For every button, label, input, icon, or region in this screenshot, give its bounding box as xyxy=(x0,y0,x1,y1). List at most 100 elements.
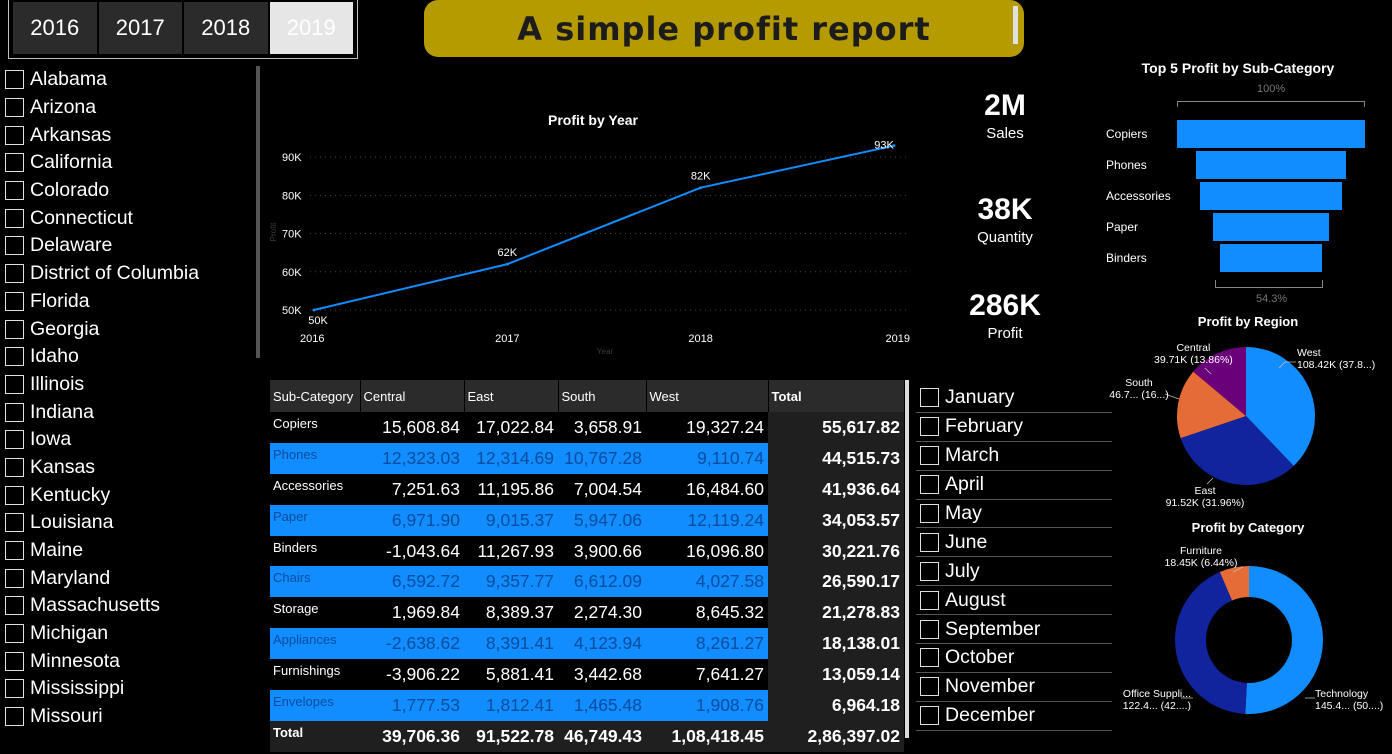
checkbox-icon[interactable] xyxy=(5,98,24,118)
month-item[interactable]: January xyxy=(916,384,1112,413)
state-item[interactable]: Kentucky xyxy=(0,481,264,509)
funnel-bar[interactable] xyxy=(1200,182,1342,210)
table-header-cell[interactable]: Total xyxy=(768,380,905,412)
year-button-2016[interactable]: 2016 xyxy=(13,2,97,54)
funnel-bar[interactable] xyxy=(1213,213,1329,241)
month-item[interactable]: November xyxy=(916,673,1112,702)
checkbox-icon[interactable] xyxy=(5,70,24,90)
checkbox-icon[interactable] xyxy=(5,513,24,533)
checkbox-icon[interactable] xyxy=(5,485,24,505)
month-item[interactable]: March xyxy=(916,442,1112,471)
checkbox-icon[interactable] xyxy=(5,347,24,367)
funnel-bar[interactable] xyxy=(1195,151,1347,179)
state-item[interactable]: Arkansas xyxy=(0,121,264,149)
table-header-cell[interactable]: West xyxy=(646,380,769,412)
checkbox-icon[interactable] xyxy=(920,619,939,639)
checkbox-icon[interactable] xyxy=(5,457,24,477)
checkbox-icon[interactable] xyxy=(5,651,24,671)
checkbox-icon[interactable] xyxy=(920,475,939,495)
month-item[interactable]: October xyxy=(916,644,1112,673)
state-item[interactable]: Idaho xyxy=(0,343,264,371)
checkbox-icon[interactable] xyxy=(920,532,939,552)
month-item[interactable]: April xyxy=(916,471,1112,500)
state-item[interactable]: Delaware xyxy=(0,232,264,260)
checkbox-icon[interactable] xyxy=(920,706,939,726)
month-item[interactable]: July xyxy=(916,557,1112,587)
table-scrollbar[interactable] xyxy=(905,380,909,738)
month-item[interactable]: September xyxy=(916,615,1112,645)
table-header-cell[interactable]: Sub-Category xyxy=(270,380,361,412)
checkbox-icon[interactable] xyxy=(5,402,24,422)
checkbox-icon[interactable] xyxy=(5,264,24,284)
checkbox-icon[interactable] xyxy=(5,374,24,394)
state-item[interactable]: Arizona xyxy=(0,94,264,122)
checkbox-icon[interactable] xyxy=(920,648,939,668)
state-item[interactable]: District of Columbia xyxy=(0,260,264,288)
data-point[interactable] xyxy=(312,308,316,312)
state-label: Louisiana xyxy=(30,511,114,534)
table-cell: 55,617.82 xyxy=(768,412,904,443)
state-item[interactable]: Maryland xyxy=(0,564,264,592)
table-header-cell[interactable]: East xyxy=(464,380,559,412)
checkbox-icon[interactable] xyxy=(920,446,939,466)
funnel-bar[interactable] xyxy=(1219,244,1323,272)
checkbox-icon[interactable] xyxy=(920,417,939,437)
state-item[interactable]: Missouri xyxy=(0,703,264,731)
checkbox-icon[interactable] xyxy=(5,541,24,561)
checkbox-icon[interactable] xyxy=(5,125,24,145)
funnel-bar[interactable] xyxy=(1177,120,1365,148)
checkbox-icon[interactable] xyxy=(920,677,939,697)
table-cell: 1,777.53 xyxy=(360,690,464,721)
checkbox-icon[interactable] xyxy=(5,208,24,228)
month-item[interactable]: June xyxy=(916,528,1112,558)
state-item[interactable]: Mississippi xyxy=(0,675,264,703)
table-cell: 10,767.28 xyxy=(558,442,646,474)
state-item[interactable]: Connecticut xyxy=(0,204,264,232)
checkbox-icon[interactable] xyxy=(5,319,24,339)
state-item[interactable]: Illinois xyxy=(0,371,264,399)
checkbox-icon[interactable] xyxy=(5,291,24,311)
checkbox-icon[interactable] xyxy=(5,624,24,644)
month-item[interactable]: December xyxy=(916,702,1112,731)
state-item[interactable]: Kansas xyxy=(0,454,264,482)
state-item[interactable]: Florida xyxy=(0,288,264,316)
year-button-2018[interactable]: 2018 xyxy=(184,2,268,54)
checkbox-icon[interactable] xyxy=(5,568,24,588)
state-item[interactable]: Iowa xyxy=(0,426,264,454)
checkbox-icon[interactable] xyxy=(5,181,24,201)
checkbox-icon[interactable] xyxy=(5,153,24,173)
checkbox-icon[interactable] xyxy=(5,707,24,727)
state-item[interactable]: Colorado xyxy=(0,177,264,205)
state-item[interactable]: Michigan xyxy=(0,620,264,648)
month-item[interactable]: August xyxy=(916,586,1112,616)
checkbox-icon[interactable] xyxy=(5,430,24,450)
checkbox-icon[interactable] xyxy=(5,236,24,256)
state-slicer-scrollbar[interactable] xyxy=(256,66,260,358)
donut-slice-0[interactable] xyxy=(1245,566,1323,714)
state-item[interactable]: Maine xyxy=(0,537,264,565)
checkbox-icon[interactable] xyxy=(920,504,939,523)
checkbox-icon[interactable] xyxy=(920,590,939,610)
table-header-cell[interactable]: South xyxy=(558,380,647,412)
data-point[interactable] xyxy=(699,186,703,190)
state-item[interactable]: Alabama xyxy=(0,66,264,94)
state-item[interactable]: Minnesota xyxy=(0,647,264,675)
state-item[interactable]: Georgia xyxy=(0,315,264,343)
state-item[interactable]: California xyxy=(0,149,264,177)
checkbox-icon[interactable] xyxy=(5,679,24,699)
table-header-cell[interactable]: Central xyxy=(360,380,465,412)
checkbox-icon[interactable] xyxy=(5,596,24,616)
checkbox-icon[interactable] xyxy=(920,388,939,408)
month-item[interactable]: May xyxy=(916,500,1112,529)
month-item[interactable]: February xyxy=(916,413,1112,442)
state-item[interactable]: Indiana xyxy=(0,398,264,426)
data-point[interactable] xyxy=(505,262,509,266)
year-button-2019[interactable]: 2019 xyxy=(269,2,353,54)
year-button-2017[interactable]: 2017 xyxy=(98,2,182,54)
state-item[interactable]: Massachusetts xyxy=(0,592,264,620)
checkbox-icon[interactable] xyxy=(920,561,939,581)
state-item[interactable]: Louisiana xyxy=(0,509,264,537)
donut-label-furniture-value: 18.45K (6.44%) xyxy=(1164,557,1238,569)
table-cell: 16,484.60 xyxy=(686,478,764,499)
x-tick-label: 2019 xyxy=(886,333,910,345)
